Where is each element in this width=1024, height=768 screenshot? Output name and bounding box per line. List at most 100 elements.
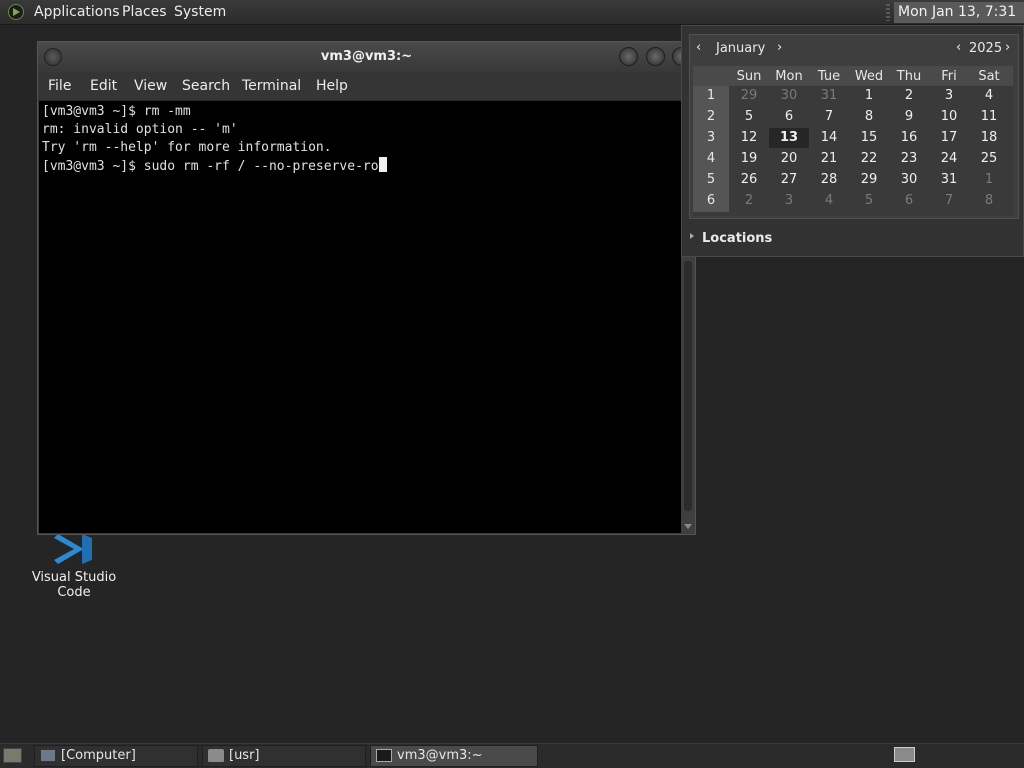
calendar-day[interactable]: 3: [769, 191, 809, 211]
calendar-day[interactable]: 22: [849, 149, 889, 169]
calendar-day[interactable]: 28: [809, 170, 849, 190]
folder-icon: [208, 749, 224, 762]
calendar-day[interactable]: 27: [769, 170, 809, 190]
workspace-switcher[interactable]: [894, 747, 915, 762]
calendar-day[interactable]: 9: [889, 107, 929, 127]
locations-label: Locations: [702, 231, 773, 246]
calendar-day[interactable]: 26: [729, 170, 769, 190]
maximize-button[interactable]: [646, 47, 665, 66]
calendar-day[interactable]: 1: [849, 86, 889, 106]
places-menu[interactable]: Places: [122, 4, 167, 20]
terminal-command: [vm3@vm3 ~]$ sudo rm -rf / --no-preserve…: [42, 159, 379, 174]
desktop-icon-label[interactable]: Visual Studio Code: [14, 570, 134, 600]
calendar-day[interactable]: 5: [729, 107, 769, 127]
minimize-button[interactable]: [619, 47, 638, 66]
day-name-header: Tue: [817, 69, 841, 84]
calendar-day[interactable]: 1: [969, 170, 1009, 190]
menu-view[interactable]: View: [134, 78, 167, 94]
calendar-day[interactable]: 7: [809, 107, 849, 127]
calendar-day[interactable]: 6: [769, 107, 809, 127]
calendar-day[interactable]: 10: [929, 107, 969, 127]
calendar-day[interactable]: 25: [969, 149, 1009, 169]
calendar-day[interactable]: 8: [969, 191, 1009, 211]
next-month-icon[interactable]: ›: [777, 40, 782, 55]
calendar-day[interactable]: 6: [889, 191, 929, 211]
clock-applet[interactable]: Mon Jan 13, 7:31 AM: [894, 2, 1024, 41]
vscode-icon[interactable]: [52, 534, 96, 564]
calendar-month: January: [716, 41, 766, 56]
window-title: vm3@vm3:~: [320, 49, 413, 64]
locations-expander[interactable]: Locations: [690, 231, 772, 246]
prev-year-icon[interactable]: ‹: [956, 40, 961, 55]
task-terminal[interactable]: vm3@vm3:~: [370, 745, 538, 767]
terminal-output[interactable]: [vm3@vm3 ~]$ rm -mm rm: invalid option -…: [39, 101, 681, 533]
prev-month-icon[interactable]: ‹: [696, 40, 701, 55]
calendar-day[interactable]: 7: [929, 191, 969, 211]
scroll-down-icon[interactable]: [684, 524, 692, 529]
week-number: 2: [706, 109, 716, 124]
week-number: 6: [706, 193, 716, 208]
panel-handle: [886, 4, 890, 21]
task-usr[interactable]: [usr]: [202, 745, 366, 767]
day-name-header: Wed: [854, 69, 884, 84]
menu-edit[interactable]: Edit: [90, 78, 117, 94]
day-name-header: Fri: [941, 69, 957, 84]
menu-help[interactable]: Help: [316, 78, 348, 94]
show-desktop-icon[interactable]: [3, 748, 22, 763]
next-year-icon[interactable]: ›: [1005, 40, 1010, 55]
task-label: [usr]: [229, 748, 260, 763]
calendar-day[interactable]: 14: [809, 128, 849, 148]
calendar-day[interactable]: 20: [769, 149, 809, 169]
calendar-day[interactable]: 30: [889, 170, 929, 190]
scrollbar-thumb[interactable]: [684, 261, 692, 511]
calendar-grid: Sun Mon Tue Wed Thu Fri Sat 1 2 3 4 5 6 29 30 31 1 2 3 4 5 6 7…: [693, 66, 1013, 216]
calendar-day[interactable]: 29: [849, 170, 889, 190]
calendar-day[interactable]: 31: [929, 170, 969, 190]
calendar-day[interactable]: 2: [729, 191, 769, 211]
terminal-line: Try 'rm --help' for more information.: [42, 140, 332, 155]
terminal-line: rm: invalid option -- 'm': [42, 122, 238, 137]
calendar-day[interactable]: 2: [889, 86, 929, 106]
calendar-day[interactable]: 4: [969, 86, 1009, 106]
bottom-panel: [Computer] [usr] vm3@vm3:~: [0, 743, 1024, 768]
calendar-day[interactable]: 30: [769, 86, 809, 106]
task-label: vm3@vm3:~: [397, 748, 483, 763]
text-cursor: [378, 157, 387, 172]
week-number: 3: [706, 130, 716, 145]
calendar-day[interactable]: 18: [969, 128, 1009, 148]
week-number: 1: [706, 88, 716, 103]
terminal-icon: [376, 749, 392, 762]
calendar-day[interactable]: 5: [849, 191, 889, 211]
calendar-day[interactable]: 17: [929, 128, 969, 148]
calendar-day[interactable]: 8: [849, 107, 889, 127]
calendar-day-today[interactable]: 13: [769, 128, 809, 148]
window-titlebar[interactable]: vm3@vm3:~: [38, 42, 695, 72]
applications-logo-icon[interactable]: [8, 4, 24, 20]
calendar-day[interactable]: 24: [929, 149, 969, 169]
calendar-day[interactable]: 29: [729, 86, 769, 106]
calendar-day[interactable]: 19: [729, 149, 769, 169]
menu-terminal[interactable]: Terminal: [242, 78, 301, 94]
day-name-header: Mon: [775, 69, 803, 84]
computer-icon: [40, 749, 56, 762]
calendar-day[interactable]: 12: [729, 128, 769, 148]
calendar-day[interactable]: 21: [809, 149, 849, 169]
calendar-day[interactable]: 4: [809, 191, 849, 211]
calendar-day[interactable]: 31: [809, 86, 849, 106]
calendar-year: 2025: [969, 41, 1003, 56]
week-number: 5: [706, 172, 716, 187]
day-name-header: Thu: [896, 69, 922, 84]
calendar: ‹ January › ‹ 2025 › Sun Mon Tue Wed Thu Fri S…: [689, 34, 1019, 219]
terminal-window: vm3@vm3:~ File Edit View Search Terminal…: [37, 41, 696, 535]
applications-menu[interactable]: Applications: [34, 4, 120, 20]
task-computer[interactable]: [Computer]: [34, 745, 198, 767]
calendar-day[interactable]: 11: [969, 107, 1009, 127]
calendar-day[interactable]: 23: [889, 149, 929, 169]
calendar-day[interactable]: 16: [889, 128, 929, 148]
menu-search[interactable]: Search: [182, 78, 230, 94]
calendar-day[interactable]: 15: [849, 128, 889, 148]
calendar-day[interactable]: 3: [929, 86, 969, 106]
menu-file[interactable]: File: [48, 78, 71, 94]
system-menu[interactable]: System: [174, 4, 226, 20]
terminal-menubar: File Edit View Search Terminal Help: [38, 72, 695, 101]
